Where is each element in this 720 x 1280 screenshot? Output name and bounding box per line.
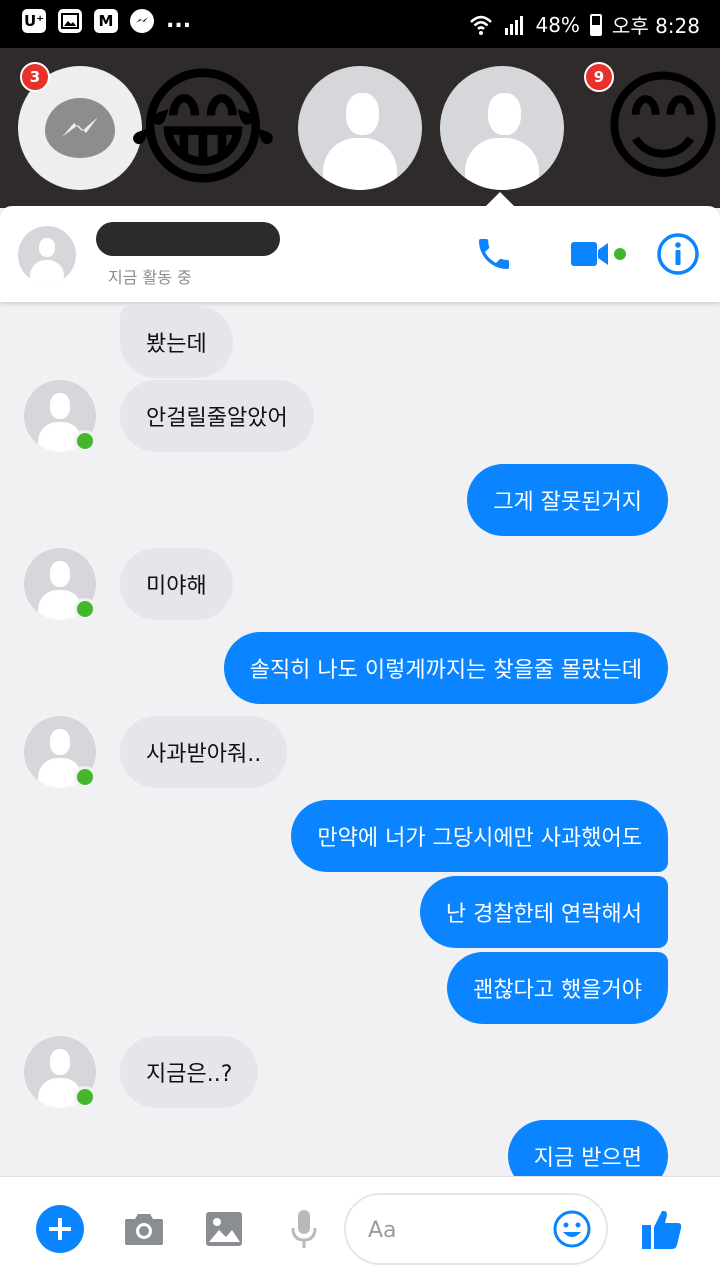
sent-message[interactable]: 만약에 너가 그당시에만 사과했어도: [291, 800, 668, 872]
sender-avatar[interactable]: [24, 380, 104, 460]
more-actions-button[interactable]: [36, 1205, 84, 1253]
phone-icon: [479, 239, 509, 269]
like-button[interactable]: [638, 1205, 686, 1253]
composer-bar: [0, 1176, 720, 1280]
smiley-icon: [553, 1210, 591, 1248]
message-input[interactable]: [368, 1213, 538, 1247]
image-icon: [58, 9, 82, 33]
clock: 오후 8:28: [611, 14, 700, 38]
wifi-icon: [470, 15, 493, 35]
battery-icon: [589, 13, 602, 36]
m-app-icon: M: [94, 9, 118, 33]
microphone-icon: [291, 1210, 317, 1248]
sender-avatar[interactable]: [24, 548, 104, 628]
contact-name-redacted[interactable]: [96, 222, 280, 256]
plus-icon: [49, 1218, 71, 1240]
voice-record-button[interactable]: [280, 1205, 328, 1253]
sent-message[interactable]: 괜찮다고 했을거야: [447, 952, 668, 1024]
received-message[interactable]: 안걸릴줄알았어: [120, 380, 314, 452]
more-notifications: ...: [166, 8, 192, 33]
received-message[interactable]: 미야해: [120, 548, 233, 620]
received-message[interactable]: 봤는데: [120, 306, 233, 378]
video-online-dot: [614, 248, 626, 260]
gallery-button[interactable]: [200, 1205, 248, 1253]
info-button[interactable]: [654, 230, 702, 278]
sent-message[interactable]: 난 경찰한테 연락해서: [419, 876, 668, 948]
unread-badge: 9: [584, 62, 614, 92]
chat-heads-bar: 3 😂 😊 9: [0, 48, 720, 208]
chat-head-laughing-emoji[interactable]: 😂: [118, 48, 288, 208]
message-input-box[interactable]: [344, 1193, 608, 1265]
sender-avatar[interactable]: [24, 716, 104, 796]
unread-badge: 3: [20, 62, 50, 92]
status-bar: U⁺ M ... 48% 오후 8:28: [0, 0, 720, 48]
emoji-button[interactable]: [552, 1209, 592, 1249]
sent-message[interactable]: 솔직히 나도 이렇게까지는 찾을줄 몰랐는데: [223, 632, 668, 704]
signal-icon: [505, 15, 524, 35]
conversation-header: 지금 활동 중: [0, 192, 720, 302]
active-head-caret: [484, 192, 516, 208]
camera-button[interactable]: [120, 1205, 168, 1253]
status-left-icons: U⁺ M ...: [22, 9, 191, 33]
chat-head-profile-active[interactable]: [440, 66, 564, 190]
received-message[interactable]: 지금은..?: [120, 1036, 259, 1108]
sent-message[interactable]: 지금 받으면: [507, 1120, 668, 1176]
thumbs-up-icon: [642, 1210, 682, 1249]
received-message[interactable]: 사과받아줘..: [120, 716, 288, 788]
online-indicator: [74, 598, 96, 620]
sender-avatar[interactable]: [24, 1036, 104, 1116]
video-call-button[interactable]: [566, 230, 614, 278]
sent-message[interactable]: 그게 잘못된거지: [467, 464, 668, 536]
message-thread[interactable]: 봤는데 안걸릴줄알았어 그게 잘못된거지 미야해 솔직히 나도 이렇게까지는 찾…: [0, 302, 720, 1176]
battery-percent: 48%: [535, 12, 580, 37]
camera-icon: [125, 1214, 163, 1245]
voice-call-button[interactable]: [470, 230, 518, 278]
uplus-icon: U⁺: [22, 9, 46, 33]
status-right: 48% 오후 8:28: [469, 10, 700, 39]
online-indicator: [74, 1086, 96, 1108]
messenger-logo-icon: [45, 98, 115, 158]
online-indicator: [74, 766, 96, 788]
info-icon: [657, 233, 699, 275]
online-indicator: [74, 430, 96, 452]
presence-status: 지금 활동 중: [108, 268, 192, 287]
image-icon: [206, 1212, 242, 1246]
chat-head-profile[interactable]: [298, 66, 422, 190]
avatar[interactable]: [18, 226, 76, 284]
video-camera-icon: [571, 242, 608, 266]
messenger-icon: [130, 9, 154, 33]
